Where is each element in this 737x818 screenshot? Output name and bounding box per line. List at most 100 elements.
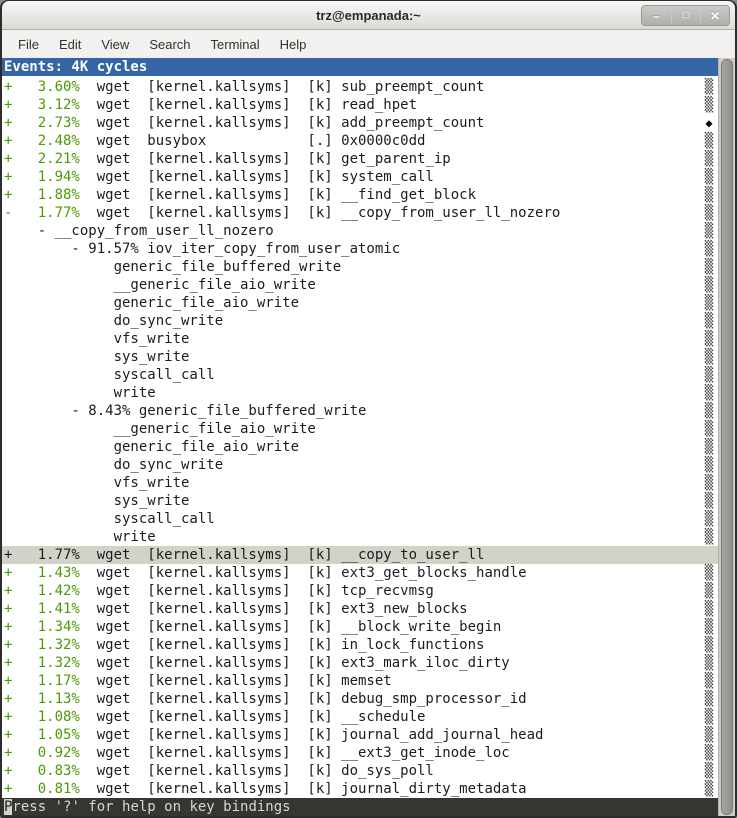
scrollbar-shade-icon: ▒	[703, 456, 715, 474]
scrollbar-shade-icon: ▒	[703, 258, 715, 276]
perf-row[interactable]: + 0.92% wget [kernel.kallsyms] [k] __ext…	[2, 744, 718, 762]
perf-row[interactable]: + 1.88% wget [kernel.kallsyms] [k] __fin…	[2, 186, 718, 204]
row-text: wget [kernel.kallsyms] [k] __schedule	[80, 709, 426, 725]
perf-row[interactable]: + 1.77% wget [kernel.kallsyms] [k] __cop…	[2, 546, 718, 564]
scrollbar-shade-icon: ▒	[703, 744, 715, 762]
perf-row[interactable]: + 1.32% wget [kernel.kallsyms] [k] in_lo…	[2, 636, 718, 654]
perf-row[interactable]: sys_write ▒	[2, 348, 718, 366]
scrollbar-shade-icon: ▒	[703, 312, 715, 330]
perf-row[interactable]: + 1.42% wget [kernel.kallsyms] [k] tcp_r…	[2, 582, 718, 600]
menu-item-terminal[interactable]: Terminal	[201, 32, 270, 57]
row-text: - 91.57% iov_iter_copy_from_user_atomic	[4, 241, 400, 257]
close-button[interactable]: ✕	[700, 6, 729, 25]
row-overhead: + 2.21%	[4, 151, 80, 167]
perf-row[interactable]: + 2.73% wget [kernel.kallsyms] [k] add_p…	[2, 114, 718, 132]
row-overhead: + 3.60%	[4, 79, 80, 95]
perf-row[interactable]: generic_file_buffered_write▒	[2, 258, 718, 276]
row-text: wget [kernel.kallsyms] [k] add_preempt_c…	[80, 115, 485, 131]
scrollbar-track[interactable]	[718, 58, 735, 816]
row-overhead: + 0.81%	[4, 781, 80, 797]
perf-row[interactable]: - 1.77% wget [kernel.kallsyms] [k] __cop…	[2, 204, 718, 222]
perf-row[interactable]: + 1.94% wget [kernel.kallsyms] [k] syste…	[2, 168, 718, 186]
minimize-button[interactable]: –	[642, 6, 671, 25]
terminal-window: trz@empanada:~ – □ ✕ FileEditViewSearchT…	[0, 0, 737, 818]
menu-item-file[interactable]: File	[8, 32, 49, 57]
perf-row[interactable]: + 1.41% wget [kernel.kallsyms] [k] ext3_…	[2, 600, 718, 618]
perf-row[interactable]: - 91.57% iov_iter_copy_from_user_atomic▒	[2, 240, 718, 258]
row-overhead: + 1.05%	[4, 727, 80, 743]
row-text: do_sync_write	[4, 313, 223, 329]
scrollbar-thumb[interactable]	[721, 59, 733, 815]
perf-row[interactable]: + 1.43% wget [kernel.kallsyms] [k] ext3_…	[2, 564, 718, 582]
perf-row[interactable]: + 1.08% wget [kernel.kallsyms] [k] __sch…	[2, 708, 718, 726]
perf-row[interactable]: - __copy_from_user_ll_nozero▒	[2, 222, 718, 240]
perf-row[interactable]: + 3.60% wget [kernel.kallsyms] [k] sub_p…	[2, 78, 718, 96]
menu-item-edit[interactable]: Edit	[49, 32, 91, 57]
scrollbar-shade-icon: ▒	[703, 348, 715, 366]
perf-row[interactable]: + 2.21% wget [kernel.kallsyms] [k] get_p…	[2, 150, 718, 168]
row-text: wget [kernel.kallsyms] [k] memset	[80, 673, 392, 689]
menu-item-view[interactable]: View	[91, 32, 139, 57]
scrollbar-shade-icon: ▒	[703, 492, 715, 510]
perf-tui: Events: 4K cycles + 3.60% wget [kernel.k…	[2, 58, 718, 816]
scrollbar-shade-icon: ▒	[703, 528, 715, 546]
scrollbar-shade-icon: ▒	[703, 600, 715, 618]
row-text: sys_write	[4, 349, 189, 365]
perf-row[interactable]: generic_file_aio_write▒	[2, 294, 718, 312]
perf-row[interactable]: __generic_file_aio_write▒	[2, 276, 718, 294]
row-overhead: + 1.94%	[4, 169, 80, 185]
row-overhead: + 2.48%	[4, 133, 80, 149]
row-overhead: + 3.12%	[4, 97, 80, 113]
scrollbar-shade-icon: ▒	[703, 204, 715, 222]
menu-item-search[interactable]: Search	[139, 32, 200, 57]
row-overhead: - 1.77%	[4, 205, 80, 221]
perf-row[interactable]: + 1.17% wget [kernel.kallsyms] [k] memse…	[2, 672, 718, 690]
perf-row[interactable]: syscall_call▒	[2, 366, 718, 384]
row-overhead: + 1.13%	[4, 691, 80, 707]
perf-row[interactable]: vfs_write▒	[2, 330, 718, 348]
perf-row[interactable]: + 1.13% wget [kernel.kallsyms] [k] debug…	[2, 690, 718, 708]
scrollbar-shade-icon: ▒	[703, 636, 715, 654]
row-text: vfs_write	[4, 475, 189, 491]
menu-item-help[interactable]: Help	[270, 32, 317, 57]
perf-row[interactable]: __generic_file_aio_write▒	[2, 420, 718, 438]
perf-row[interactable]: write▒	[2, 384, 718, 402]
row-overhead: + 1.88%	[4, 187, 80, 203]
perf-row[interactable]: vfs_write▒	[2, 474, 718, 492]
perf-row[interactable]: generic_file_aio_write▒	[2, 438, 718, 456]
perf-row[interactable]: do_sync_write▒	[2, 456, 718, 474]
status-text: ress '?' for help on key bindings	[12, 799, 290, 815]
maximize-button[interactable]: □	[671, 6, 700, 25]
terminal-screen[interactable]: Events: 4K cycles + 3.60% wget [kernel.k…	[2, 58, 735, 816]
perf-row[interactable]: + 3.12% wget [kernel.kallsyms] [k] read_…	[2, 96, 718, 114]
perf-row[interactable]: + 0.83% wget [kernel.kallsyms] [k] do_sy…	[2, 762, 718, 780]
row-text: wget [kernel.kallsyms] [k] __find_get_bl…	[80, 187, 476, 203]
perf-row[interactable]: syscall_call▒	[2, 510, 718, 528]
perf-row[interactable]: write▒	[2, 528, 718, 546]
minimize-icon: –	[653, 10, 660, 22]
titlebar[interactable]: trz@empanada:~ – □ ✕	[2, 1, 735, 30]
scrollbar-shade-icon: ▒	[703, 78, 715, 96]
scrollbar-shade-icon: ▒	[703, 132, 715, 150]
perf-row[interactable]: + 1.05% wget [kernel.kallsyms] [k] journ…	[2, 726, 718, 744]
perf-row[interactable]: + 1.34% wget [kernel.kallsyms] [k] __blo…	[2, 618, 718, 636]
row-text: wget busybox [.] 0x0000c0dd	[80, 133, 426, 149]
perf-row[interactable]: - 8.43% generic_file_buffered_write▒	[2, 402, 718, 420]
perf-row[interactable]: do_sync_write ▒	[2, 312, 718, 330]
row-overhead: + 2.73%	[4, 115, 80, 131]
row-overhead: + 1.32%	[4, 655, 80, 671]
scroll-position-diamond-icon: ◆	[703, 114, 715, 132]
perf-row[interactable]: sys_write▒	[2, 492, 718, 510]
scrollbar-shade-icon: ▒	[703, 708, 715, 726]
row-text: wget [kernel.kallsyms] [k] journal_dirty…	[80, 781, 527, 797]
row-text: wget [kernel.kallsyms] [k] system_call	[80, 169, 434, 185]
row-overhead: + 1.34%	[4, 619, 80, 635]
perf-row[interactable]: + 1.32% wget [kernel.kallsyms] [k] ext3_…	[2, 654, 718, 672]
scrollbar-shade-icon: ▒	[703, 168, 715, 186]
row-overhead: + 1.08%	[4, 709, 80, 725]
perf-row[interactable]: + 0.81% wget [kernel.kallsyms] [k] journ…	[2, 780, 718, 798]
window-buttons: – □ ✕	[641, 5, 730, 26]
perf-row[interactable]: + 2.48% wget busybox [.] 0x0000c0dd ▒	[2, 132, 718, 150]
row-text: generic_file_aio_write	[4, 295, 299, 311]
row-text: wget [kernel.kallsyms] [k] sub_preempt_c…	[80, 79, 485, 95]
